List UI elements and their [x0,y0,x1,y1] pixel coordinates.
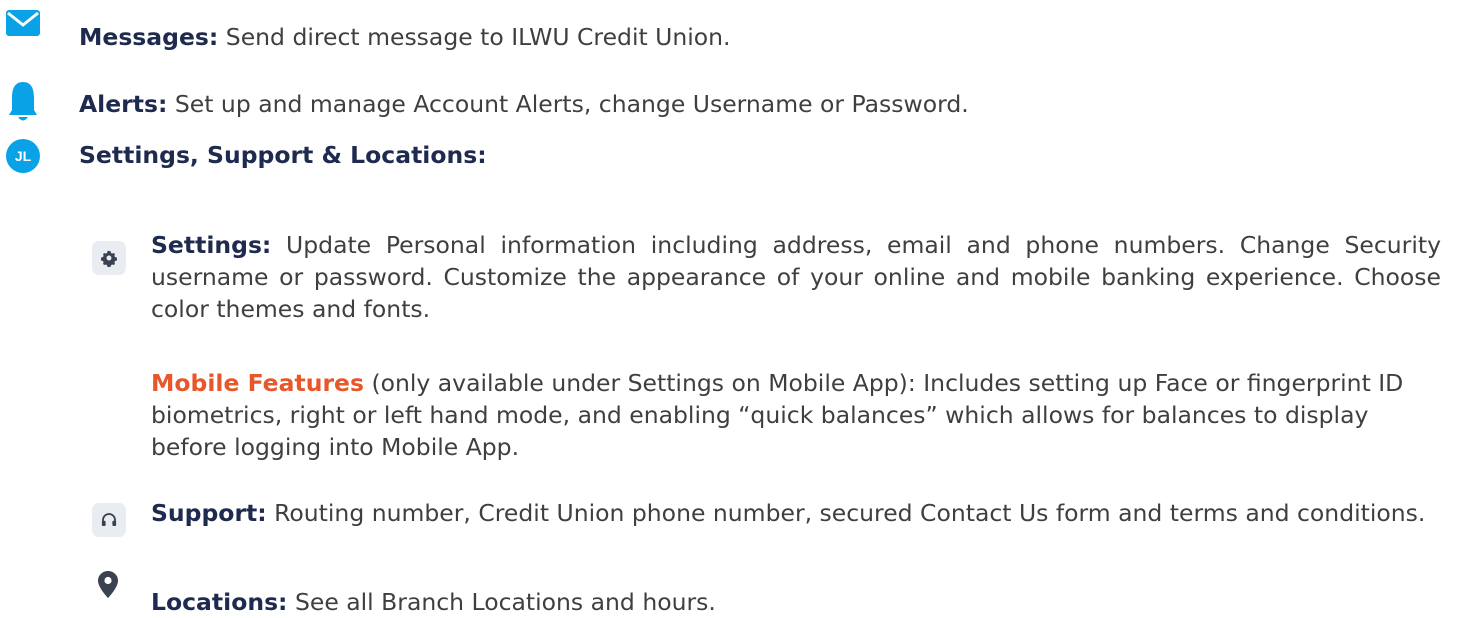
support-description: Support: Routing number, Credit Union ph… [151,497,1446,529]
support-label: Support: [151,499,267,527]
mobile-features-description: Mobile Features (only available under Se… [151,367,1421,463]
messages-item: Messages: Send direct message to ILWU Cr… [79,21,731,53]
locations-text: See all Branch Locations and hours. [287,588,716,616]
map-pin-icon [98,571,118,598]
alerts-item: Alerts: Set up and manage Account Alerts… [79,88,969,120]
settings-label: Settings: [151,231,272,259]
messages-text: Send direct message to ILWU Credit Union… [218,23,731,51]
avatar: JL [6,139,40,173]
messages-label: Messages: [79,23,219,51]
gear-icon [100,250,118,267]
support-text: Routing number, Credit Union phone numbe… [266,499,1426,527]
settings-description: Settings: Update Personal information in… [151,229,1441,325]
locations-item: Locations: See all Branch Locations and … [151,586,716,618]
envelope-icon [6,10,40,36]
settings-badge [92,241,126,275]
section-heading: Settings, Support & Locations: [79,141,487,169]
support-badge [92,503,126,537]
settings-text: Update Personal information including ad… [151,231,1441,323]
alerts-text: Set up and manage Account Alerts, change… [167,90,969,118]
mobile-features-label: Mobile Features [151,369,364,397]
locations-label: Locations: [151,588,288,616]
bell-icon [9,82,37,121]
headset-icon [101,513,117,526]
alerts-label: Alerts: [79,90,168,118]
